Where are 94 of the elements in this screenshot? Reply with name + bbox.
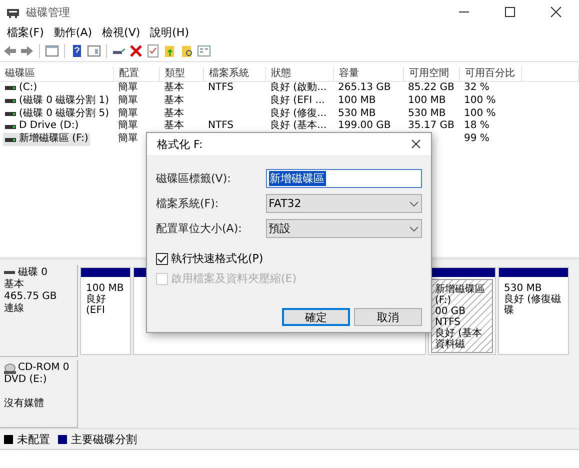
disk-name: CD-ROM 0: [18, 362, 70, 374]
table-cell: 簡單: [118, 133, 138, 144]
legend-label: 未配置: [17, 432, 50, 446]
partition-text: 良好 (修復磁碟: [504, 294, 562, 316]
delete-icon[interactable]: [129, 44, 143, 58]
dialog-button[interactable]: 確定: [282, 308, 350, 326]
table-cell: 32 %: [464, 82, 490, 93]
volume-name[interactable]: D Drive (D:): [3, 120, 81, 134]
table-cell: 100 MB: [338, 94, 376, 106]
table-cell: 100 %: [464, 108, 496, 119]
drive-icon: [5, 85, 16, 92]
partition-text: 良好 (基本資料磁: [435, 328, 484, 350]
field-label: 配置單位大小(A):: [156, 221, 243, 236]
dropdown-field[interactable]: FAT32: [266, 194, 422, 213]
table-cell: 199.00 GB: [338, 120, 391, 132]
table-cell: NTFS: [208, 82, 234, 93]
table-cell: 530 MB: [338, 108, 376, 119]
partition-text: 良好 (EFI: [86, 294, 107, 316]
disk-status: 連線: [4, 303, 25, 315]
table-cell: 18 %: [464, 120, 490, 132]
table-cell: 簡單: [118, 94, 138, 106]
list-icon[interactable]: [197, 44, 211, 58]
panel-icon[interactable]: [45, 44, 59, 58]
back-arrow-icon[interactable]: [3, 44, 17, 58]
table-cell: 85.22 GB: [408, 82, 454, 93]
table-cell: 100 %: [464, 94, 496, 106]
column-header[interactable]: 配置: [114, 67, 160, 81]
volume-name[interactable]: (磁碟 0 磁碟分割 1): [3, 94, 112, 108]
legend-label: 主要磁碟分割: [71, 432, 137, 446]
partition-block[interactable]: 530 MB 良好 (修復磁碟: [498, 267, 569, 355]
dialog-title: 格式化 F:: [157, 136, 203, 152]
column-header[interactable]: 檔案系統: [204, 67, 266, 81]
field-label: 檔案系統(F):: [156, 196, 220, 211]
column-header[interactable]: 容量: [334, 67, 404, 81]
dropdown-field[interactable]: 預設: [266, 219, 422, 238]
checkbox[interactable]: [156, 252, 168, 264]
close-icon[interactable]: [550, 6, 562, 18]
partition-block[interactable]: 新增磁碟區 (F:) 00 GB NTFS 良好 (基本資料磁: [428, 267, 496, 355]
maximize-icon[interactable]: [504, 6, 516, 18]
disk-name: 磁碟 0: [18, 267, 48, 278]
folder-search-icon[interactable]: [180, 44, 194, 58]
table-cell: 265.13 GB: [338, 82, 391, 93]
menu-item[interactable]: 說明(H): [145, 25, 194, 40]
table-cell: 基本: [164, 82, 184, 93]
column-header[interactable]: 狀態: [266, 67, 334, 81]
table-cell: NTFS: [208, 120, 234, 132]
volume-name[interactable]: (磁碟 0 磁碟分割 5): [3, 108, 112, 120]
partition-bar: [429, 268, 495, 277]
table-cell: 530 MB: [408, 108, 446, 119]
partition-text: 00 GB NTFS: [435, 306, 466, 328]
table-cell: 基本: [164, 94, 184, 106]
table-cell: 基本: [164, 120, 184, 132]
drive-icon: [5, 98, 16, 104]
field-label: 磁碟區標籤(V):: [156, 171, 232, 186]
disk-size: 465.75 GB: [4, 291, 58, 302]
dialog-button[interactable]: 取消: [354, 308, 422, 326]
partition-bar: [81, 268, 130, 277]
menu-item[interactable]: 檢視(V): [97, 25, 146, 40]
partition-text: 新增磁碟區 (F:): [435, 284, 486, 306]
drive-icon: [5, 124, 16, 130]
table-cell: 簡單: [118, 108, 138, 119]
close-icon[interactable]: [411, 139, 421, 149]
text-field[interactable]: 新增磁碟區: [266, 169, 422, 188]
disk-type: 基本: [4, 279, 25, 291]
table-cell: 100 MB: [408, 94, 446, 106]
table-cell: 簡單: [118, 82, 138, 93]
help-icon[interactable]: [70, 44, 84, 58]
menu-item[interactable]: 檔案(F): [2, 25, 49, 40]
partition-text: 530 MB: [504, 283, 543, 294]
optical-drive-icon: [4, 362, 16, 374]
partition-block[interactable]: 100 MB 良好 (EFI: [80, 267, 131, 355]
drive-icon: [5, 110, 16, 117]
column-header[interactable]: 可用百分比: [460, 67, 522, 81]
menu-item[interactable]: 動作(A): [48, 25, 98, 40]
table-cell: 基本: [164, 108, 184, 119]
forward-arrow-icon[interactable]: [20, 44, 34, 58]
disk-type: DVD (E:): [4, 374, 48, 386]
disk-status: 沒有媒體: [4, 398, 45, 410]
partition-text: 100 MB: [86, 283, 125, 294]
panel-icon[interactable]: [87, 44, 101, 58]
partition-bar: [499, 268, 568, 277]
table-cell: 簡單: [118, 120, 138, 132]
volume-name[interactable]: (C:): [3, 82, 40, 95]
table-cell: 35.17 GB: [408, 120, 454, 132]
column-header[interactable]: 可用空間: [404, 67, 460, 81]
table-cell: 99 %: [464, 133, 490, 144]
chevron-down-icon: [409, 200, 419, 208]
drive-icon: [5, 136, 16, 143]
window-title: 磁碟管理: [26, 4, 71, 20]
chevron-down-icon: [409, 224, 419, 232]
checked-document-icon[interactable]: [146, 44, 160, 58]
column-header[interactable]: 磁碟區: [0, 67, 114, 81]
column-header[interactable]: 類型: [160, 67, 204, 81]
checkbox-label[interactable]: 執行快速格式化(P): [171, 251, 264, 266]
